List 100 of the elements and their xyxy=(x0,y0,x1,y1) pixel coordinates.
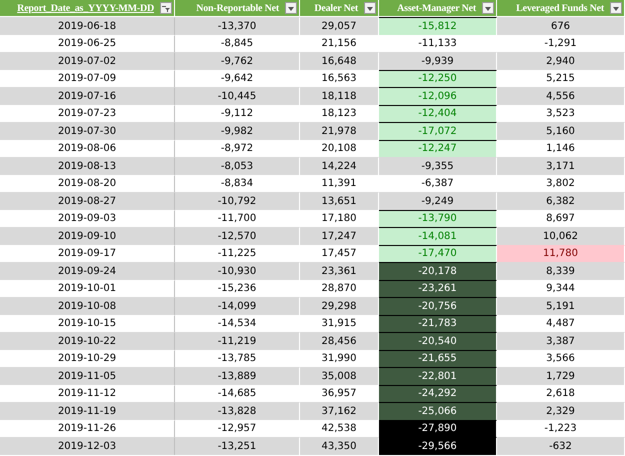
table-cell: 13,651 xyxy=(300,192,379,210)
filter-button[interactable] xyxy=(610,2,622,14)
table-cell: 14,224 xyxy=(300,157,379,174)
table-cell: -27,890 xyxy=(379,420,497,437)
table-cell: 676 xyxy=(497,17,625,34)
table-cell: -21,655 xyxy=(379,350,497,367)
table-cell: -23,261 xyxy=(379,280,497,297)
table-cell: -12,247 xyxy=(379,140,497,157)
table-cell: -10,930 xyxy=(175,262,300,280)
table-cell: -12,570 xyxy=(175,227,300,244)
dropdown-icon xyxy=(612,4,620,12)
table-cell: -24,292 xyxy=(379,384,497,402)
table-cell: -12,404 xyxy=(379,104,497,122)
dropdown-icon xyxy=(484,4,492,12)
column-header-label: Dealer Net xyxy=(314,2,360,14)
table-cell: -13,790 xyxy=(379,210,497,227)
date-cell: 2019-10-22 xyxy=(0,332,175,350)
table-cell: -9,762 xyxy=(175,52,300,70)
table-cell: -11,219 xyxy=(175,332,300,350)
table-cell: -20,540 xyxy=(379,332,497,350)
table-cell: 3,171 xyxy=(497,157,625,174)
table-cell: -12,096 xyxy=(379,87,497,104)
table-cell: 28,456 xyxy=(300,332,379,350)
table-cell: 1,729 xyxy=(497,367,625,384)
table-cell: -9,355 xyxy=(379,157,497,174)
table-cell: 17,247 xyxy=(300,227,379,244)
date-cell: 2019-08-06 xyxy=(0,140,175,157)
table-cell: -15,812 xyxy=(379,17,497,34)
table-cell: -17,072 xyxy=(379,122,497,140)
date-cell: 2019-10-08 xyxy=(0,297,175,314)
table-cell: 35,008 xyxy=(300,367,379,384)
table-cell: -9,982 xyxy=(175,122,300,140)
table-cell: -13,889 xyxy=(175,367,300,384)
table-cell: -12,250 xyxy=(379,70,497,87)
column-header-label: Leveraged Funds Net xyxy=(516,2,606,14)
column-header-label: Non-Reportable Net xyxy=(196,2,280,14)
table-cell: 43,350 xyxy=(300,437,379,454)
table-cell: -25,066 xyxy=(379,402,497,420)
date-cell: 2019-07-30 xyxy=(0,122,175,140)
table-cell: 6,382 xyxy=(497,192,625,210)
date-cell: 2019-11-26 xyxy=(0,420,175,437)
table-cell: -9,249 xyxy=(379,192,497,210)
column-header-label: Asset-Manager Net xyxy=(397,2,478,14)
filter-button[interactable] xyxy=(364,2,376,14)
table-cell: -21,783 xyxy=(379,314,497,332)
date-cell: 2019-11-19 xyxy=(0,402,175,420)
table-cell: -10,445 xyxy=(175,87,300,104)
table-cell: 29,298 xyxy=(300,297,379,314)
table-cell: 2,329 xyxy=(497,402,625,420)
filter-button[interactable] xyxy=(160,2,172,14)
table-cell: 10,062 xyxy=(497,227,625,244)
date-cell: 2019-10-15 xyxy=(0,314,175,332)
table-cell: 2,940 xyxy=(497,52,625,70)
table-cell: -14,099 xyxy=(175,297,300,314)
table-cell: -8,053 xyxy=(175,157,300,174)
table-cell: -10,792 xyxy=(175,192,300,210)
filter-icon xyxy=(162,4,170,12)
table-cell: 4,556 xyxy=(497,87,625,104)
date-cell: 2019-07-09 xyxy=(0,70,175,87)
date-cell: 2019-07-16 xyxy=(0,87,175,104)
table-cell: -22,801 xyxy=(379,367,497,384)
table-cell: -13,370 xyxy=(175,17,300,34)
table-cell: 29,057 xyxy=(300,17,379,34)
dropdown-icon xyxy=(366,4,374,12)
table-cell: -9,939 xyxy=(379,52,497,70)
table-cell: -29,566 xyxy=(379,437,497,454)
date-cell: 2019-10-01 xyxy=(0,280,175,297)
table-cell: 16,648 xyxy=(300,52,379,70)
table-cell: 8,339 xyxy=(497,262,625,280)
table-cell: 21,978 xyxy=(300,122,379,140)
date-cell: 2019-06-18 xyxy=(0,17,175,34)
column-header-label: Report_Date_as_YYYY-MM-DD xyxy=(17,2,155,14)
table-cell: -17,470 xyxy=(379,244,497,262)
date-cell: 2019-07-02 xyxy=(0,52,175,70)
table-cell: -20,756 xyxy=(379,297,497,314)
dropdown-icon xyxy=(287,4,295,12)
date-cell: 2019-12-03 xyxy=(0,437,175,454)
table-cell: 18,118 xyxy=(300,87,379,104)
table-cell: 23,361 xyxy=(300,262,379,280)
date-cell: 2019-11-05 xyxy=(0,367,175,384)
date-cell: 2019-08-27 xyxy=(0,192,175,210)
date-cell: 2019-06-25 xyxy=(0,34,175,52)
filter-button[interactable] xyxy=(285,2,297,14)
table-cell: 37,162 xyxy=(300,402,379,420)
date-cell: 2019-11-12 xyxy=(0,384,175,402)
filter-button[interactable] xyxy=(482,2,494,14)
table-cell: 5,191 xyxy=(497,297,625,314)
date-cell: 2019-10-29 xyxy=(0,350,175,367)
table-cell: -20,178 xyxy=(379,262,497,280)
table-cell: 11,780 xyxy=(497,244,625,262)
date-cell: 2019-07-23 xyxy=(0,104,175,122)
date-cell: 2019-09-17 xyxy=(0,244,175,262)
table-cell: -13,251 xyxy=(175,437,300,454)
date-cell: 2019-08-13 xyxy=(0,157,175,174)
date-cell: 2019-09-10 xyxy=(0,227,175,244)
date-cell: 2019-09-03 xyxy=(0,210,175,227)
date-cell: 2019-08-20 xyxy=(0,174,175,192)
table-cell: -14,081 xyxy=(379,227,497,244)
table-cell: 3,387 xyxy=(497,332,625,350)
table-cell: 5,160 xyxy=(497,122,625,140)
